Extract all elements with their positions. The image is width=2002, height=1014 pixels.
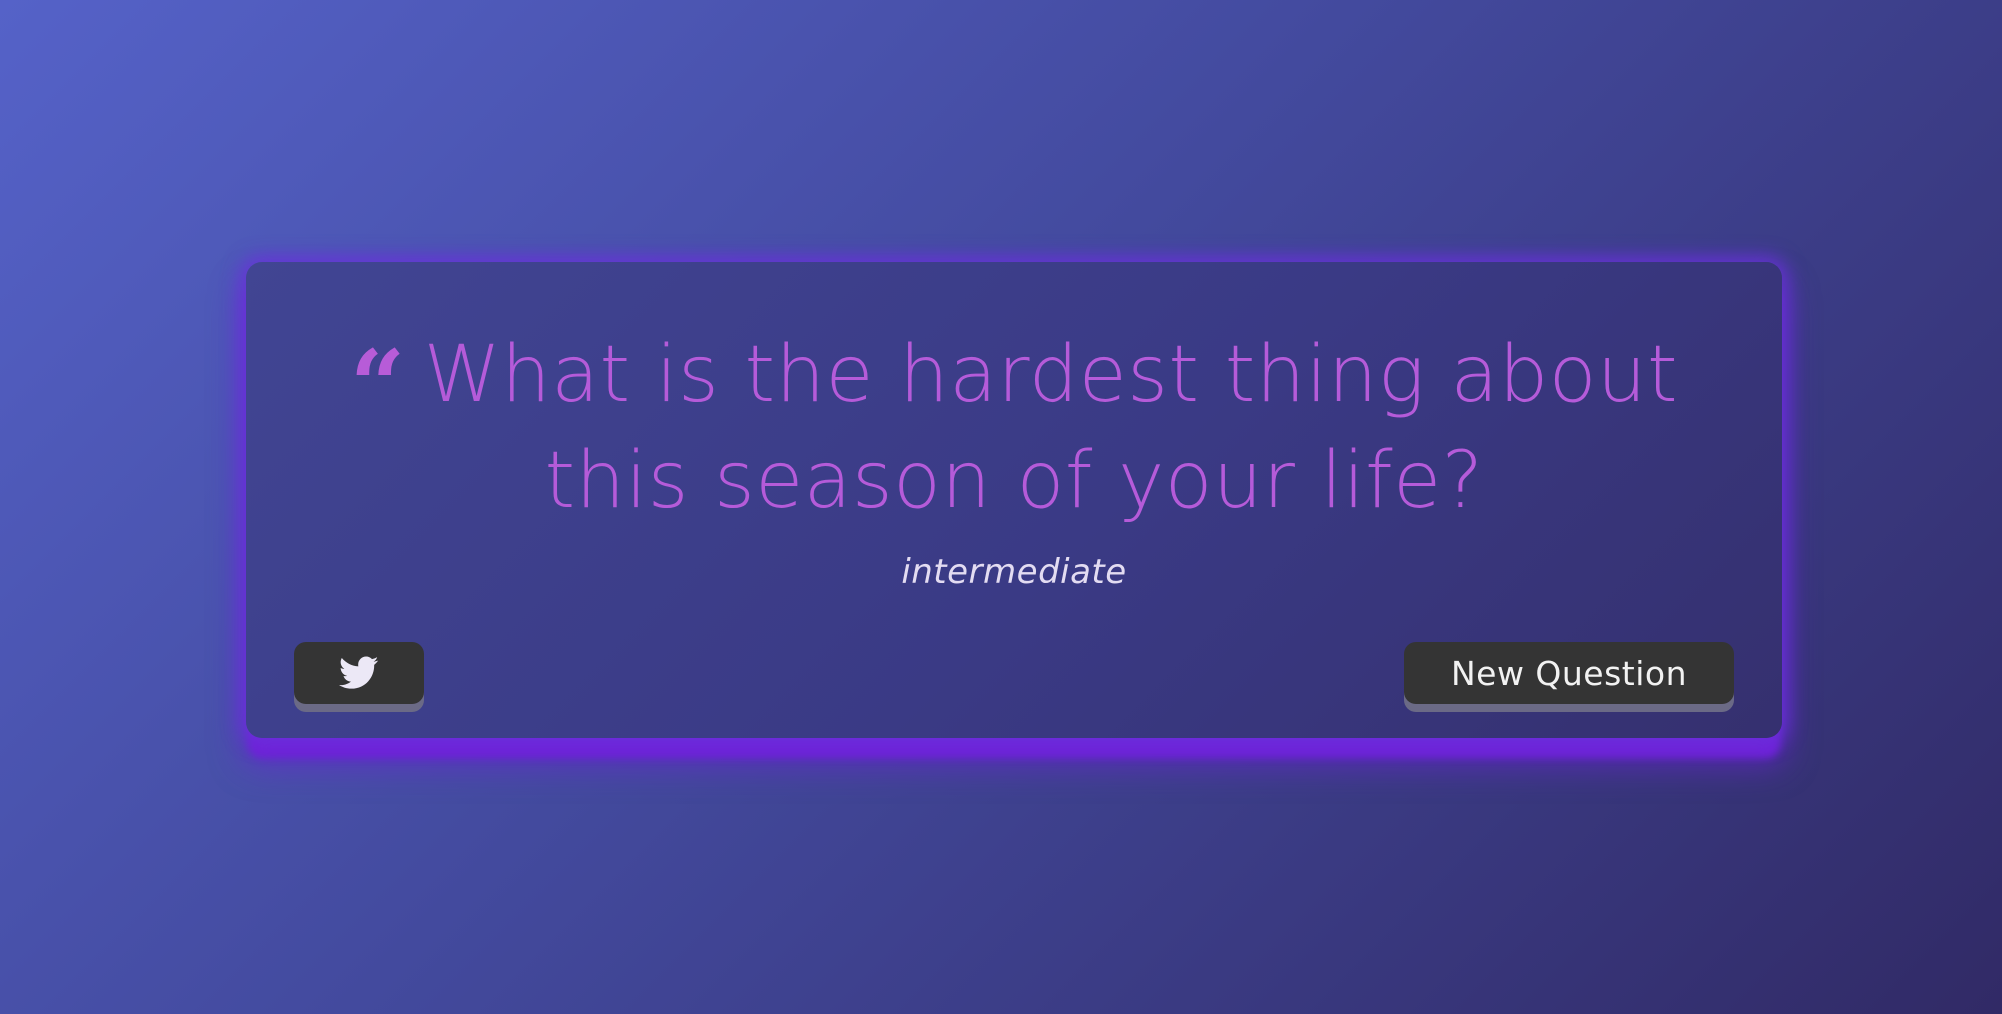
question-card: “What is the hardest thing about this se…	[246, 262, 1782, 738]
difficulty-label: intermediate	[901, 552, 1127, 592]
new-question-button[interactable]: New Question	[1404, 642, 1734, 704]
tweet-button[interactable]	[294, 642, 424, 704]
quote-left-icon: “	[349, 329, 406, 442]
question-text-block: “What is the hardest thing about this se…	[246, 322, 1782, 534]
question-text: What is the hardest thing about this sea…	[423, 330, 1679, 526]
twitter-icon	[339, 656, 379, 690]
